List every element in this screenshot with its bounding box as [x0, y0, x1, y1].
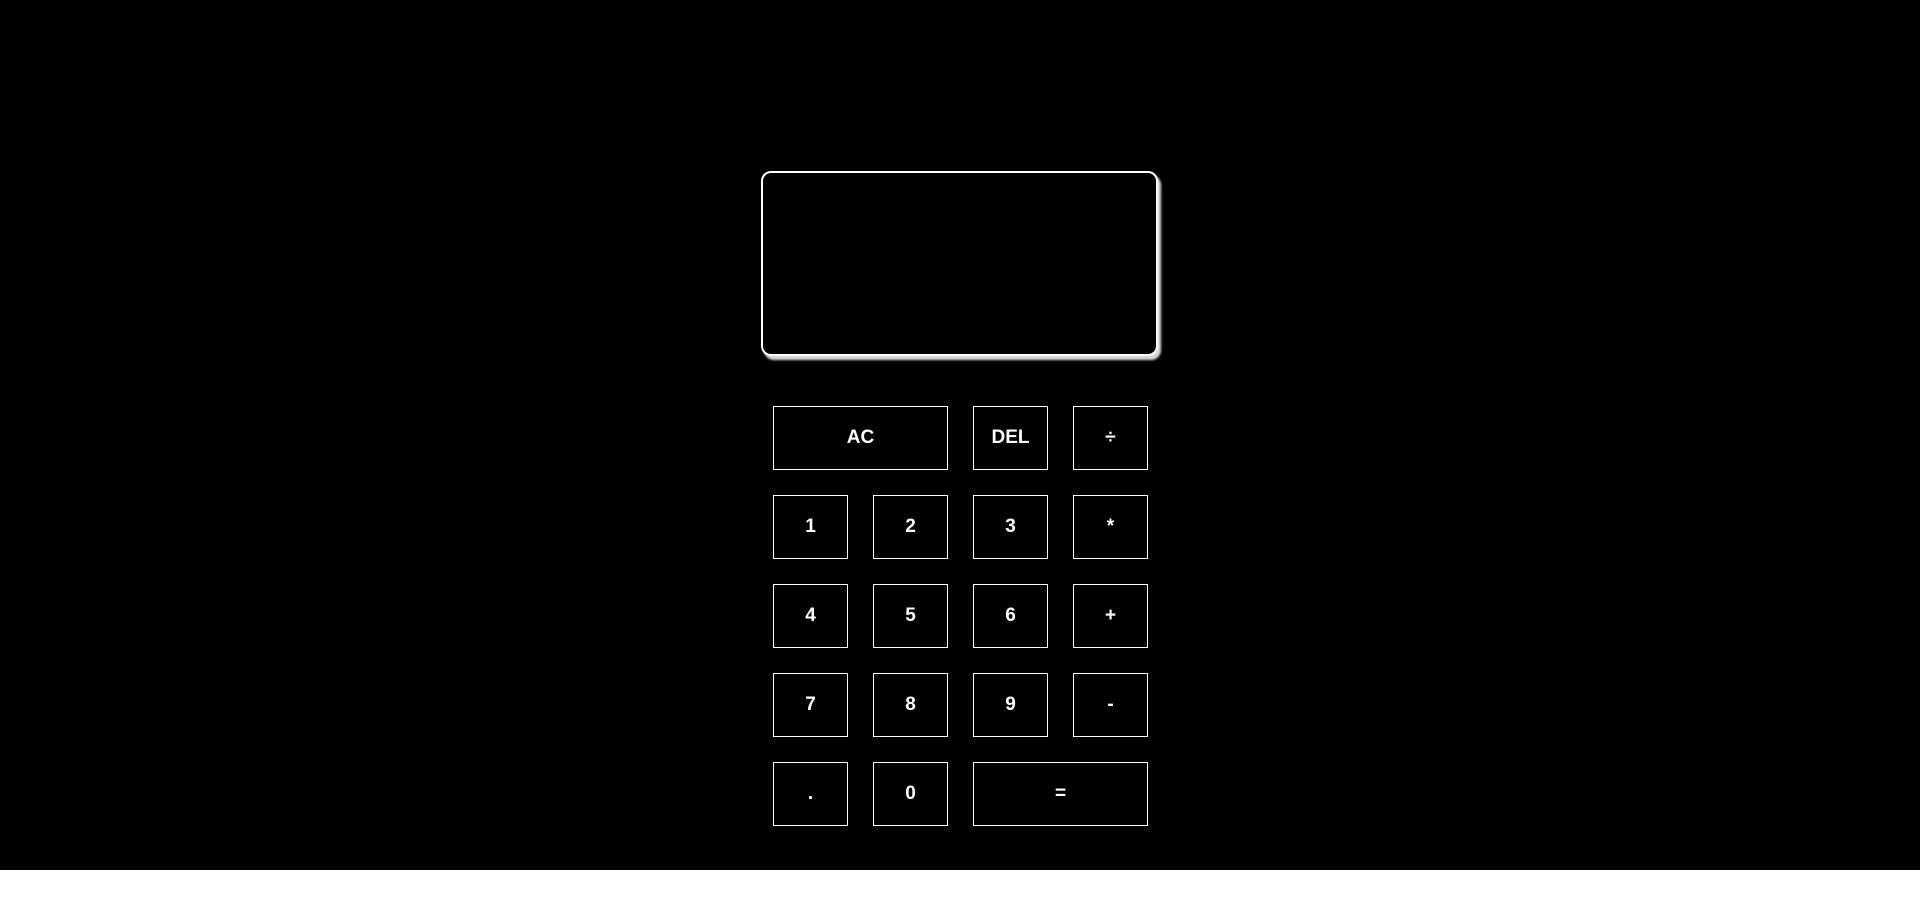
digit-6-button[interactable]: 6 [973, 584, 1048, 648]
digit-3-button[interactable]: 3 [973, 495, 1048, 559]
delete-button[interactable]: DEL [973, 406, 1048, 470]
equals-button[interactable]: = [973, 762, 1148, 826]
digit-0-button[interactable]: 0 [873, 762, 948, 826]
digit-5-button[interactable]: 5 [873, 584, 948, 648]
calculator-app: AC DEL ÷ 1 2 3 * 4 5 6 + 7 8 9 - . 0 = [0, 0, 1920, 870]
calculator-display [761, 171, 1158, 356]
minus-button[interactable]: - [1073, 673, 1148, 737]
digit-7-button[interactable]: 7 [773, 673, 848, 737]
digit-1-button[interactable]: 1 [773, 495, 848, 559]
decimal-point-button[interactable]: . [773, 762, 848, 826]
divide-button[interactable]: ÷ [1073, 406, 1148, 470]
digit-4-button[interactable]: 4 [773, 584, 848, 648]
digit-8-button[interactable]: 8 [873, 673, 948, 737]
keypad: AC DEL ÷ 1 2 3 * 4 5 6 + 7 8 9 - . 0 = [773, 406, 1149, 826]
digit-9-button[interactable]: 9 [973, 673, 1048, 737]
digit-2-button[interactable]: 2 [873, 495, 948, 559]
all-clear-button[interactable]: AC [773, 406, 948, 470]
plus-button[interactable]: + [1073, 584, 1148, 648]
multiply-button[interactable]: * [1073, 495, 1148, 559]
